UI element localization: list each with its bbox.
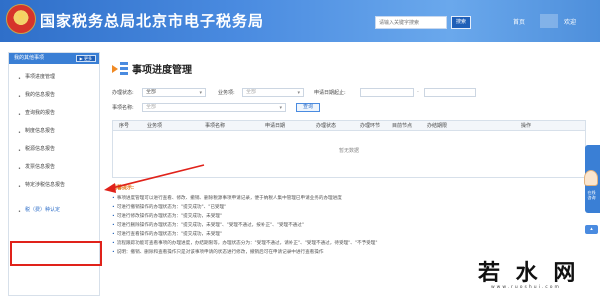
online-help-label: 在线咨询 [587, 190, 596, 200]
watermark-url: www.ruoshui.com [491, 285, 561, 290]
watermark-text: 若 水 网 [478, 260, 580, 286]
service-avatar-icon [584, 170, 598, 186]
annotation-arrow-icon [104, 164, 205, 193]
chevron-up-icon[interactable]: ▴ [585, 225, 598, 234]
